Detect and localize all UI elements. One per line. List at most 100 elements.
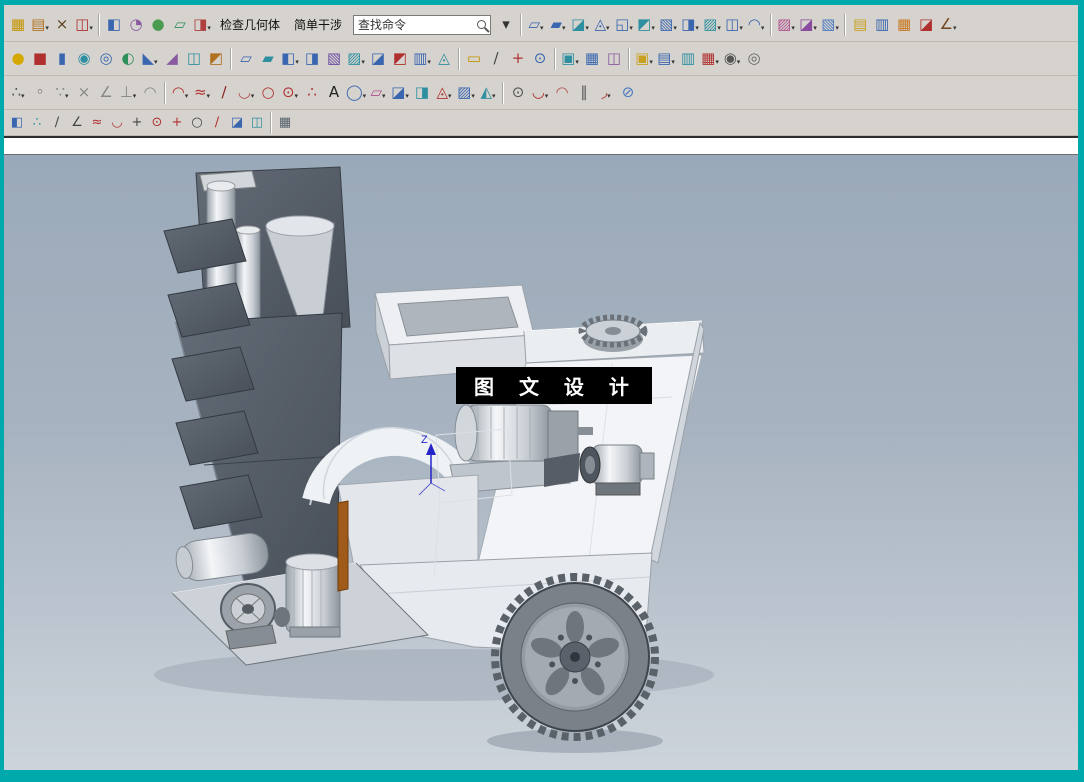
dropdown-arrow-icon[interactable]: ▾ — [671, 58, 675, 69]
dropdown-arrow-icon[interactable]: ▾ — [471, 92, 475, 103]
point2-icon[interactable]: ⊙ — [507, 82, 529, 104]
point-set-icon[interactable]: ∴ — [301, 82, 323, 104]
scale-body-icon[interactable]: ◪ — [367, 48, 389, 70]
find-command-search[interactable] — [353, 14, 492, 35]
datum-plane-icon[interactable]: ▭ — [463, 48, 485, 70]
simple-interference-button[interactable]: 简单干涉 — [287, 12, 349, 37]
edge-blend-icon[interactable]: ◣ ▾ — [139, 48, 161, 70]
dropdown-arrow-icon[interactable]: ▾ — [295, 58, 299, 69]
trim-curve-icon[interactable]: ⊘ — [617, 82, 639, 104]
dropdown-arrow-icon[interactable]: ▾ — [585, 24, 589, 35]
circle-tool-icon[interactable]: ○ — [257, 82, 279, 104]
sheet-to-solid-icon[interactable]: ▰ — [257, 48, 279, 70]
n-sided-surface-icon[interactable]: ◬ ▾ — [591, 14, 613, 36]
offset-face-icon[interactable]: ▨ ▾ — [345, 48, 367, 70]
edge-symmetry-icon[interactable]: ▧ ▾ — [819, 14, 841, 36]
paste-icon[interactable]: ▥ — [871, 14, 893, 36]
dropdown-arrow-icon[interactable]: ▾ — [813, 24, 817, 35]
layer-visible-icon[interactable]: ◫ — [247, 113, 267, 133]
measure-icon[interactable]: ∠ ▾ — [937, 14, 959, 36]
circle-center-icon[interactable]: ⊙ — [147, 113, 167, 133]
snap-point-icon[interactable]: ∴ ▾ — [7, 82, 29, 104]
pull-face-icon[interactable]: ▤ ▾ — [655, 48, 677, 70]
dropdown-arrow-icon[interactable]: ▾ — [562, 24, 566, 35]
dropdown-arrow-icon[interactable]: ▾ — [207, 24, 211, 35]
dropdown-arrow-icon[interactable]: ▾ — [649, 58, 653, 69]
cylinder-primitive-icon[interactable]: ▮ — [51, 48, 73, 70]
extrude-icon[interactable]: ◧ — [103, 14, 125, 36]
fill-surface-icon[interactable]: ◩ ▾ — [635, 14, 657, 36]
dropdown-arrow-icon[interactable]: ▾ — [133, 92, 137, 103]
i-form-icon[interactable]: ◪ ▾ — [797, 14, 819, 36]
offset-curve-icon[interactable]: ∥ — [573, 82, 595, 104]
point-cloud-icon[interactable]: ∴ — [27, 113, 47, 133]
dropdown-arrow-icon[interactable]: ▾ — [492, 92, 496, 103]
profile-icon[interactable]: ◠ ▾ — [169, 82, 191, 104]
more-features-icon[interactable]: ◨ ▾ — [191, 14, 213, 36]
x-form-icon[interactable]: ▨ ▾ — [775, 14, 797, 36]
diagonal-line-icon[interactable]: ∕ — [207, 113, 227, 133]
copy-display-icon[interactable]: ▤ — [849, 14, 871, 36]
point-tool-icon[interactable]: ⊙ ▾ — [279, 82, 301, 104]
wave-link-icon[interactable]: ◧ — [7, 113, 27, 133]
oval-tool-icon[interactable]: ◯ ▾ — [345, 82, 367, 104]
draft-icon[interactable]: ◩ — [205, 48, 227, 70]
find-command-input[interactable] — [358, 17, 478, 32]
arc-tool-icon[interactable]: ◡ ▾ — [235, 82, 257, 104]
resize-face-icon[interactable]: ◉ ▾ — [721, 48, 743, 70]
dropdown-arrow-icon[interactable]: ▾ — [607, 92, 611, 103]
dropdown-arrow-icon[interactable]: ▾ — [761, 24, 765, 35]
dropdown-arrow-icon[interactable]: ▾ — [695, 24, 699, 35]
dropdown-arrow-icon[interactable]: ▾ — [737, 58, 741, 69]
dropdown-arrow-icon[interactable]: ▾ — [363, 92, 367, 103]
line-tool-icon[interactable]: ∕ — [213, 82, 235, 104]
surface-curve-icon[interactable]: ▱ ▾ — [367, 82, 389, 104]
snap-tangent-icon[interactable]: ◠ — [139, 82, 161, 104]
snap-intersection-icon[interactable]: × — [73, 82, 95, 104]
dropdown-arrow-icon[interactable]: ▾ — [606, 24, 610, 35]
dropdown-arrow-icon[interactable]: ▾ — [185, 92, 189, 103]
snap-angle-icon[interactable]: ∠ — [95, 82, 117, 104]
dropdown-arrow-icon[interactable]: ▾ — [575, 58, 579, 69]
dropdown-arrow-icon[interactable]: ▾ — [673, 24, 677, 35]
export-pdf-icon[interactable]: ▦ — [893, 14, 915, 36]
pattern-feature-icon[interactable]: ◫ ▾ — [73, 14, 95, 36]
sew-icon[interactable]: ◨ — [301, 48, 323, 70]
dropdown-arrow-icon[interactable]: ▾ — [361, 58, 365, 69]
dropdown-arrow-icon[interactable]: ▾ — [45, 24, 49, 35]
dropdown-arrow-icon[interactable]: ▾ — [65, 92, 69, 103]
intersect-icon[interactable]: ◐ — [117, 48, 139, 70]
dropdown-arrow-icon[interactable]: ▾ — [739, 24, 743, 35]
dropdown-arrow-icon[interactable]: ▾ — [427, 58, 431, 69]
model-gear[interactable] — [578, 314, 648, 352]
text-tool-icon[interactable]: A — [323, 82, 345, 104]
sphere-primitive-icon[interactable]: ● — [7, 48, 29, 70]
bounded-plane-icon[interactable]: ◱ ▾ — [613, 14, 635, 36]
model-brown-strip[interactable] — [337, 500, 349, 592]
dropdown-arrow-icon[interactable]: ▾ — [448, 92, 452, 103]
circle-outline-icon[interactable]: ○ — [187, 113, 207, 133]
ruled-surface-icon[interactable]: ▰ ▾ — [547, 14, 569, 36]
dropdown-arrow-icon[interactable]: ▾ — [382, 92, 386, 103]
model-hopper-duct[interactable] — [374, 284, 536, 380]
blend-surface-icon[interactable]: ◠ ▾ — [745, 14, 767, 36]
dropdown-arrow-icon[interactable]: ▾ — [629, 24, 633, 35]
intersection-curve-icon[interactable]: ◪ ▾ — [389, 82, 411, 104]
plus-point-icon[interactable]: + — [167, 113, 187, 133]
patch-icon[interactable]: ◧ ▾ — [279, 48, 301, 70]
snap-endpoint-icon[interactable]: ◦ — [29, 82, 51, 104]
sketch-curve-icon[interactable]: ▤ ▾ — [29, 14, 51, 36]
move-object-icon[interactable]: ▣ ▾ — [559, 48, 581, 70]
revolve-icon[interactable]: ◔ — [125, 14, 147, 36]
dropdown-arrow-icon[interactable]: ▾ — [651, 24, 655, 35]
dropdown-arrow-icon[interactable]: ▾ — [154, 58, 158, 69]
studio-spline-icon[interactable]: ≈ ▾ — [191, 82, 213, 104]
law-extension-icon[interactable]: ◫ ▾ — [723, 14, 745, 36]
unsew-icon[interactable]: ▧ — [323, 48, 345, 70]
notes-icon[interactable]: ◪ — [915, 14, 937, 36]
datum-axis-icon[interactable]: ∕ — [485, 48, 507, 70]
replace-face-icon[interactable]: ▥ — [677, 48, 699, 70]
block-primitive-icon[interactable]: ■ — [29, 48, 51, 70]
subtract-icon[interactable]: ◎ — [95, 48, 117, 70]
delete-face-icon[interactable]: ▦ ▾ — [699, 48, 721, 70]
